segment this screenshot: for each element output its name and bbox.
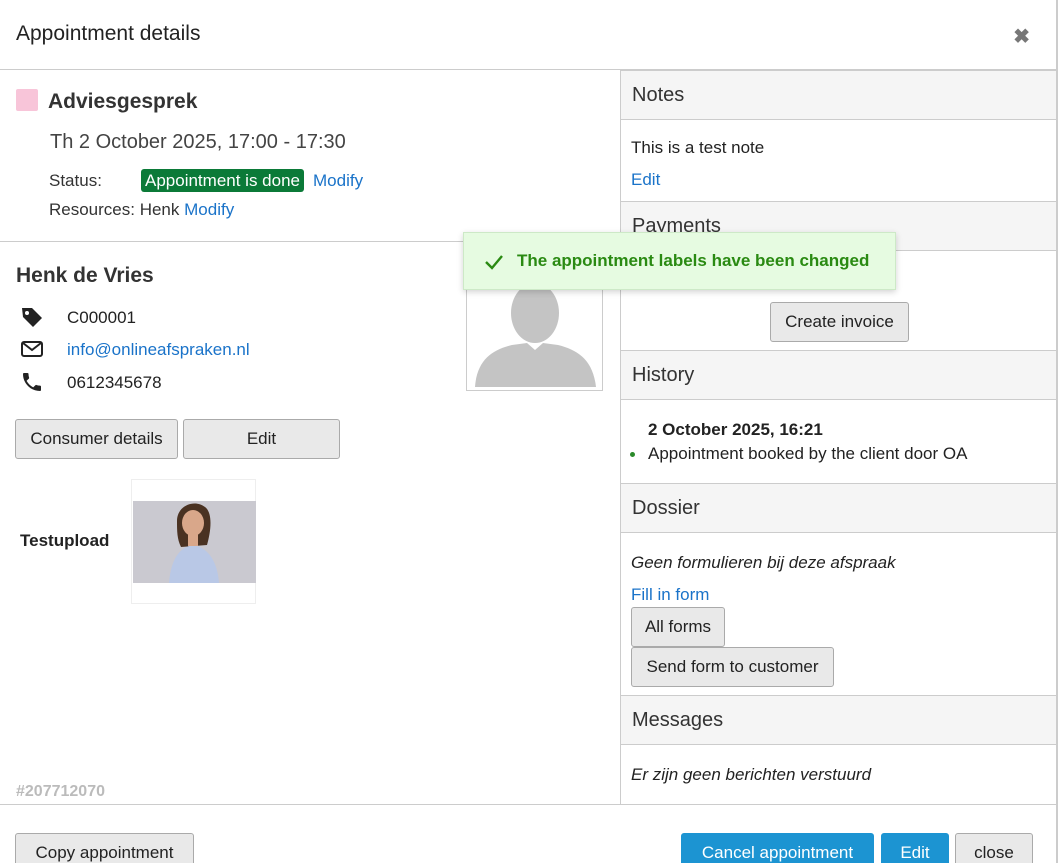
customer-name: Henk de Vries bbox=[16, 264, 154, 287]
appointment-color-swatch bbox=[16, 89, 38, 111]
cancel-appointment-button[interactable]: Cancel appointment bbox=[681, 833, 874, 863]
modal-title: Appointment details bbox=[16, 22, 201, 45]
close-button[interactable]: close bbox=[955, 833, 1033, 863]
edit-appointment-button[interactable]: Edit bbox=[881, 833, 949, 863]
mail-icon bbox=[21, 341, 43, 357]
notes-edit-link[interactable]: Edit bbox=[631, 170, 660, 190]
send-form-button[interactable]: Send form to customer bbox=[631, 647, 834, 687]
consumer-details-button[interactable]: Consumer details bbox=[15, 419, 178, 459]
modal-header: Appointment details ✖ bbox=[0, 0, 1056, 70]
appointment-id: #207712070 bbox=[16, 783, 105, 800]
note-text: This is a test note bbox=[631, 138, 765, 157]
toast-message: The appointment labels have been changed bbox=[517, 251, 870, 270]
customer-email-link[interactable]: info@onlineafspraken.nl bbox=[67, 340, 250, 360]
modal-footer: Copy appointment Cancel appointment Edit… bbox=[0, 804, 1056, 863]
all-forms-button[interactable]: All forms bbox=[631, 607, 725, 647]
create-invoice-button[interactable]: Create invoice bbox=[770, 302, 909, 342]
appointment-summary: Adviesgesprek Th 2 October 2025, 17:00 -… bbox=[0, 70, 620, 242]
dossier-title: Dossier bbox=[632, 497, 700, 519]
fill-in-form-link[interactable]: Fill in form bbox=[631, 585, 709, 605]
upload-label: Testupload bbox=[20, 531, 110, 550]
history-item: Appointment booked by the client door OA bbox=[648, 444, 968, 463]
status-modify-link[interactable]: Modify bbox=[313, 171, 363, 191]
copy-appointment-button[interactable]: Copy appointment bbox=[15, 833, 194, 863]
portrait-image bbox=[133, 501, 256, 583]
dossier-header: Dossier bbox=[621, 483, 1056, 533]
resources-line: Resources: Henk Modify bbox=[49, 200, 234, 220]
status-label: Status: bbox=[49, 171, 102, 190]
appointment-modal: Appointment details ✖ Adviesgesprek Th 2… bbox=[0, 0, 1058, 863]
messages-title: Messages bbox=[632, 709, 724, 731]
customer-avatar bbox=[466, 274, 603, 391]
customer-number: C000001 bbox=[67, 308, 137, 327]
check-icon bbox=[485, 255, 503, 270]
left-panel: Adviesgesprek Th 2 October 2025, 17:00 -… bbox=[0, 70, 620, 804]
success-toast: The appointment labels have been changed bbox=[463, 232, 896, 290]
messages-empty-text: Er zijn geen berichten verstuurd bbox=[631, 765, 872, 784]
list-bullet bbox=[630, 452, 635, 457]
history-date: 2 October 2025, 16:21 bbox=[648, 420, 823, 439]
resources-modify-link[interactable]: Modify bbox=[184, 200, 234, 219]
upload-thumbnail[interactable] bbox=[131, 479, 256, 604]
appointment-datetime: Th 2 October 2025, 17:00 - 17:30 bbox=[50, 131, 346, 153]
phone-icon bbox=[23, 373, 41, 391]
customer-edit-button[interactable]: Edit bbox=[183, 419, 340, 459]
customer-phone: 0612345678 bbox=[67, 373, 162, 392]
right-panel: Notes This is a test note Edit Payments … bbox=[620, 70, 1056, 804]
notes-title: Notes bbox=[632, 84, 685, 106]
close-icon[interactable]: ✖ bbox=[1013, 24, 1030, 49]
appointment-name: Adviesgesprek bbox=[48, 90, 198, 113]
upload-photo bbox=[133, 501, 256, 583]
resources-label: Resources: Henk bbox=[49, 200, 180, 219]
status-badge: Appointment is done bbox=[141, 169, 304, 192]
history-title: History bbox=[632, 364, 695, 386]
dossier-empty-text: Geen formulieren bij deze afspraak bbox=[631, 553, 896, 572]
tag-icon bbox=[22, 308, 42, 327]
avatar-placeholder-icon bbox=[475, 283, 596, 387]
notes-header: Notes bbox=[621, 70, 1056, 120]
messages-header: Messages bbox=[621, 695, 1056, 745]
history-header: History bbox=[621, 350, 1056, 400]
